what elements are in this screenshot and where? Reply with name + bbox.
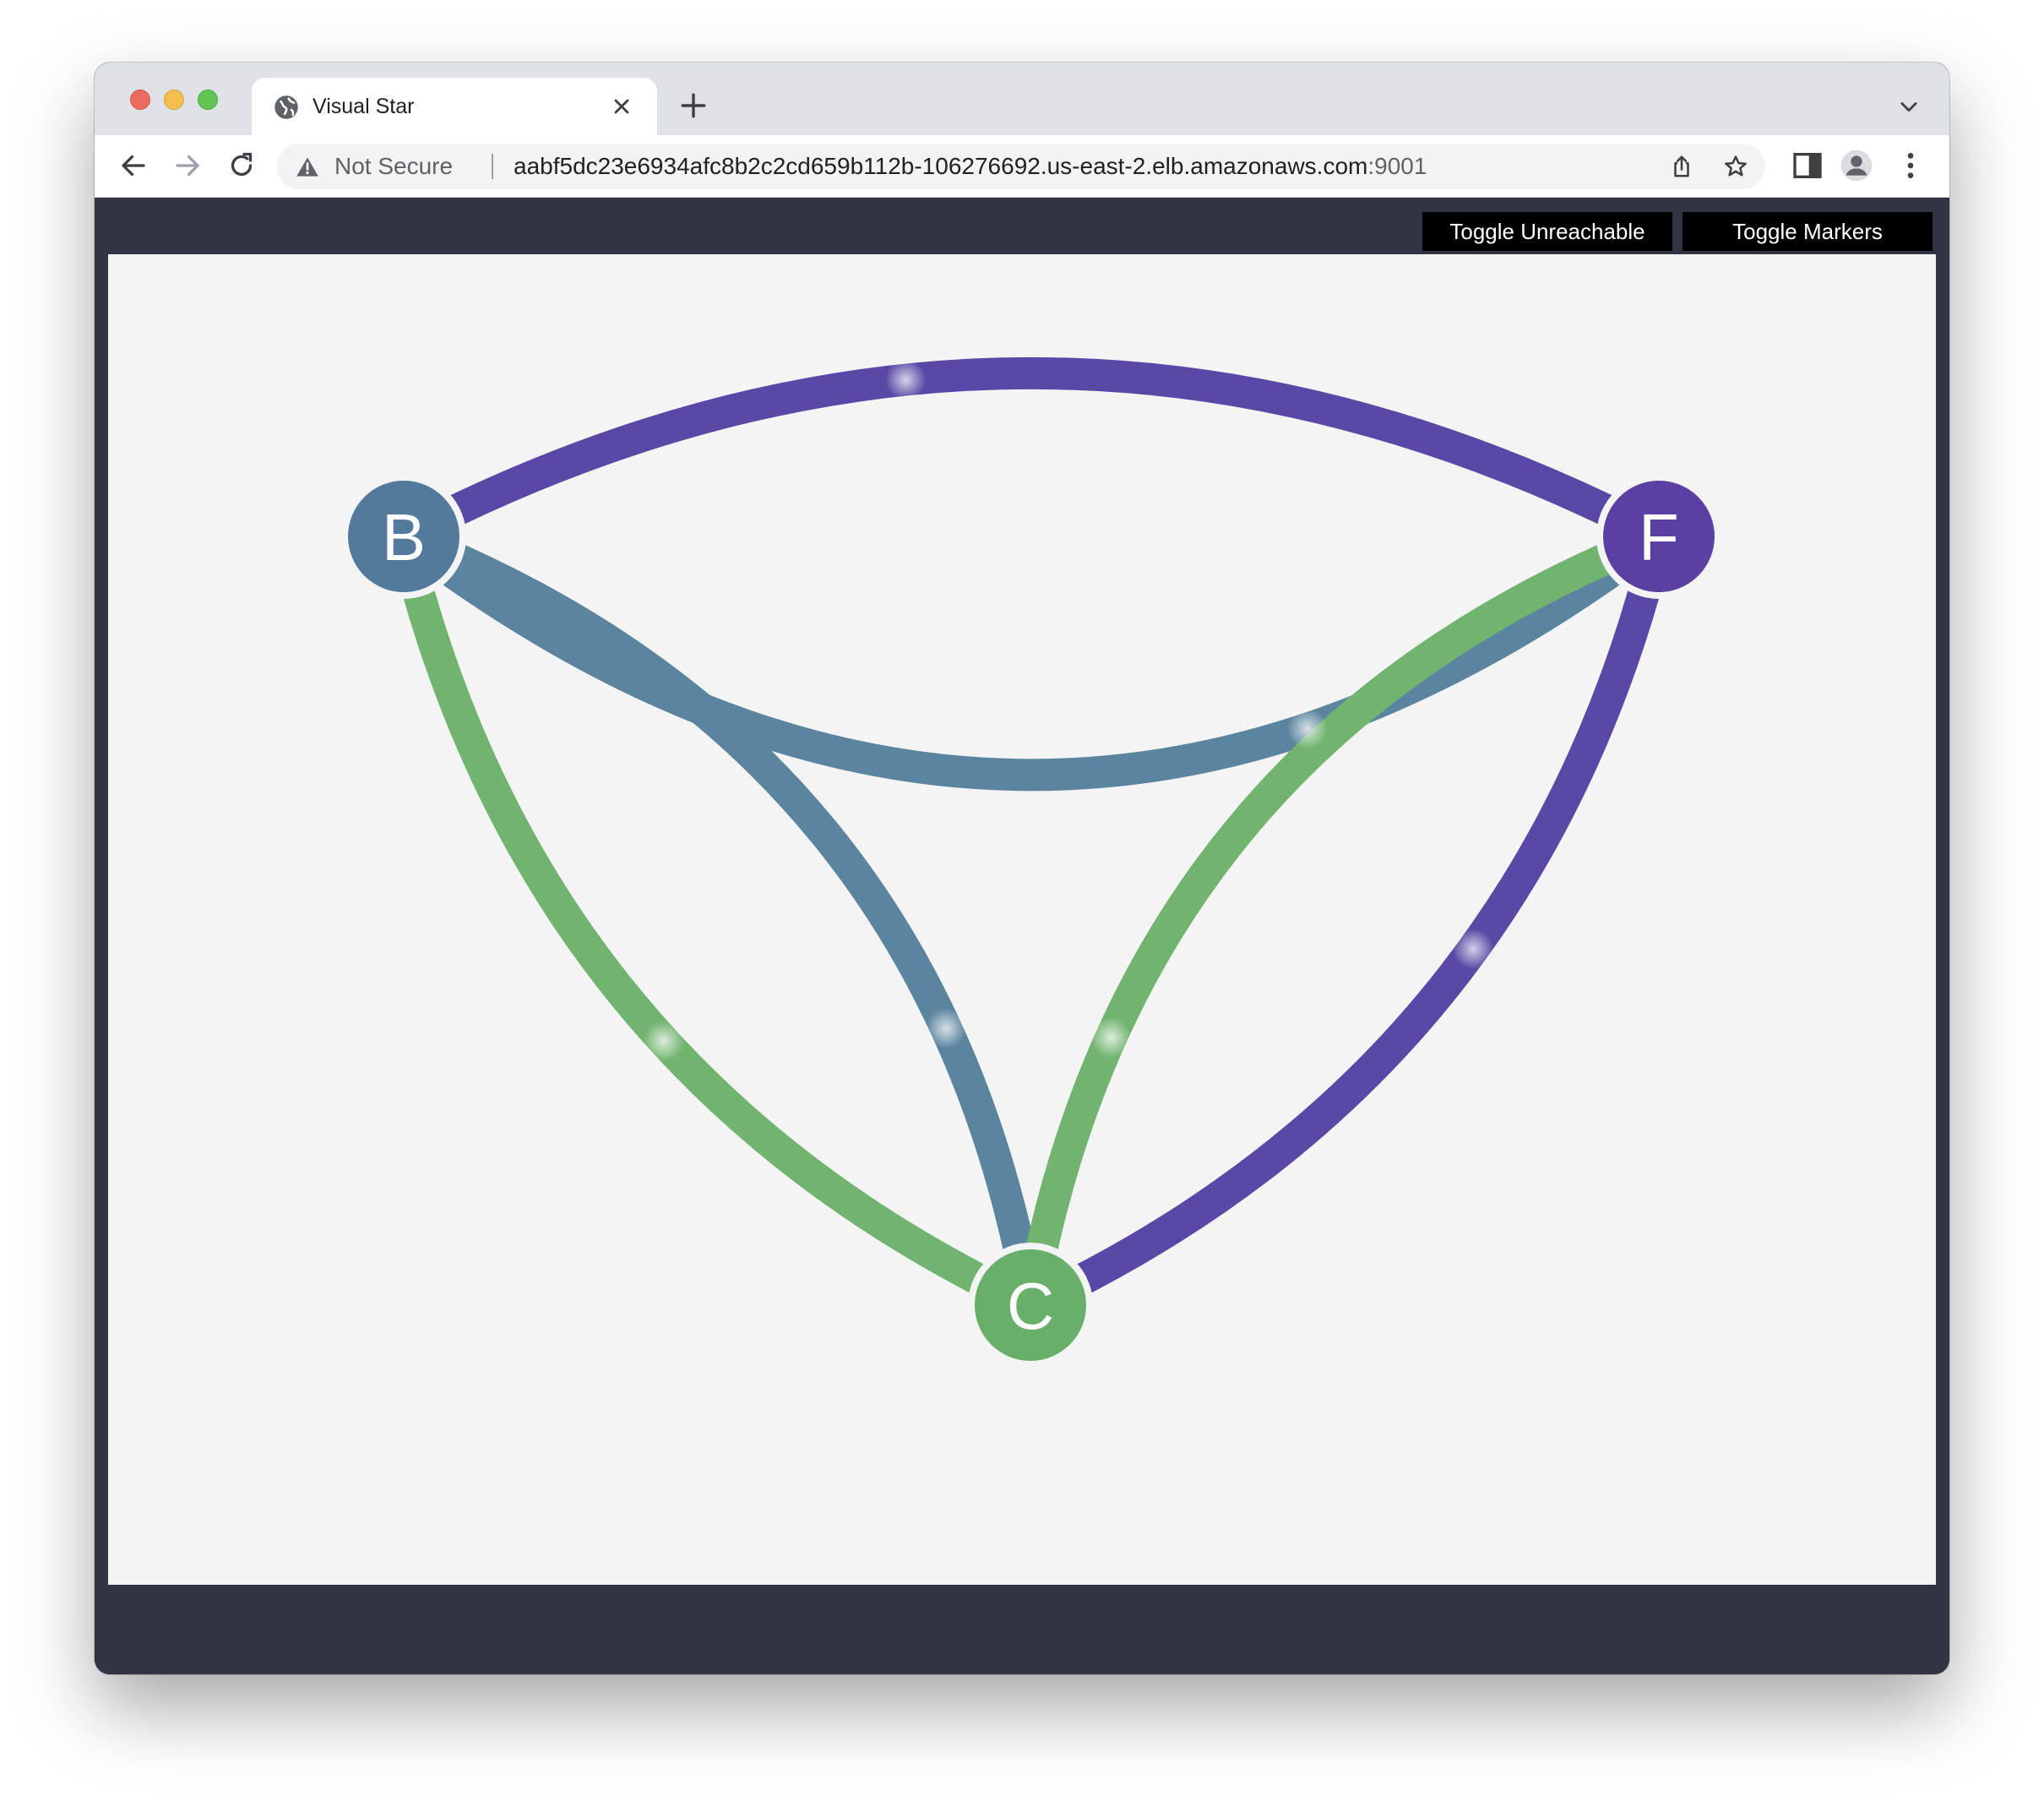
node-label: C	[1007, 1269, 1054, 1343]
globe-icon	[275, 95, 298, 119]
star-icon[interactable]	[1723, 154, 1748, 179]
browser-window: Visual Star Not Secure aabf5dc23e6934afc…	[95, 63, 1949, 1674]
tab-bar: Visual Star	[95, 63, 1949, 135]
minimize-window-button[interactable]	[164, 90, 184, 110]
maximize-window-button[interactable]	[198, 90, 218, 110]
star-graph[interactable]: B F C	[108, 254, 1936, 1585]
edge-b-c	[398, 521, 1046, 1309]
edge-marker	[1286, 708, 1328, 749]
edge-f-b	[394, 523, 1669, 792]
edge-c-f	[1014, 521, 1665, 1309]
edge-marker	[885, 359, 927, 400]
address-divider	[492, 154, 493, 179]
forward-icon[interactable]	[172, 150, 203, 181]
edge-marker	[926, 1008, 967, 1049]
edge-f-c	[1023, 532, 1675, 1320]
node-label: B	[382, 500, 426, 574]
edge-marker	[1453, 928, 1494, 970]
back-icon[interactable]	[118, 150, 149, 181]
page-content: Toggle Unreachable Toggle Markers B F C	[95, 198, 1949, 1674]
edge-c-b	[388, 532, 1038, 1320]
warning-icon[interactable]	[296, 155, 319, 177]
node-c[interactable]: C	[968, 1243, 1093, 1368]
kebab-menu-icon[interactable]	[1894, 149, 1927, 182]
edge-b-f	[396, 356, 1666, 551]
toggle-unreachable-button[interactable]: Toggle Unreachable	[1422, 212, 1672, 251]
edge-marker	[1090, 1017, 1132, 1058]
close-tab-icon[interactable]	[610, 95, 633, 118]
profile-avatar-icon[interactable]	[1840, 149, 1873, 182]
url-port: :9001	[1367, 153, 1427, 179]
chevron-down-icon[interactable]	[1897, 95, 1921, 118]
share-icon[interactable]	[1669, 154, 1694, 179]
node-f[interactable]: F	[1596, 474, 1721, 599]
browser-toolbar: Not Secure aabf5dc23e6934afc8b2c2cd659b1…	[95, 135, 1949, 198]
reload-icon[interactable]	[226, 150, 257, 181]
node-b[interactable]: B	[341, 474, 466, 599]
close-window-button[interactable]	[130, 90, 150, 110]
security-status[interactable]: Not Secure	[334, 153, 453, 180]
node-label: F	[1639, 500, 1679, 574]
side-panel-icon[interactable]	[1791, 149, 1824, 182]
tab-title: Visual Star	[313, 95, 415, 118]
address-bar[interactable]: Not Secure aabf5dc23e6934afc8b2c2cd659b1…	[277, 144, 1765, 189]
toggle-markers-button[interactable]: Toggle Markers	[1682, 212, 1933, 251]
url-text[interactable]: aabf5dc23e6934afc8b2c2cd659b112b-1062766…	[514, 153, 1427, 180]
url-host: aabf5dc23e6934afc8b2c2cd659b112b-1062766…	[514, 153, 1368, 179]
tab-visual-star[interactable]: Visual Star	[252, 78, 657, 135]
graph-edges	[388, 356, 1675, 1320]
graph-canvas[interactable]: B F C	[108, 254, 1936, 1585]
new-tab-icon[interactable]	[679, 91, 708, 120]
edge-marker	[643, 1020, 684, 1062]
